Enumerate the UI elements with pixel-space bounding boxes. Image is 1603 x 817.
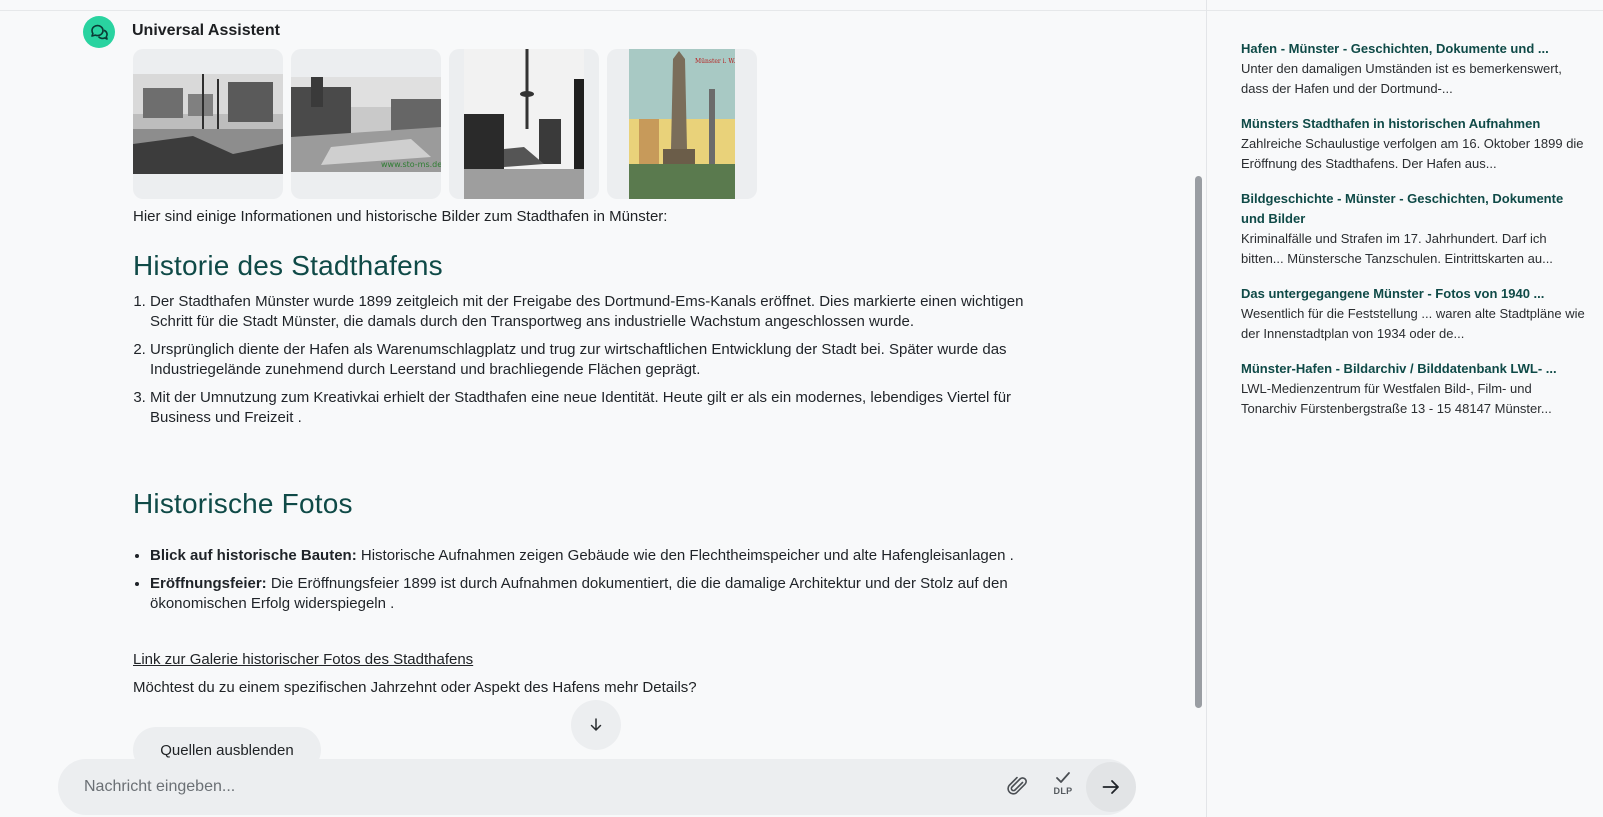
message-intro: Hier sind einige Informationen und histo… — [133, 208, 668, 225]
arrow-down-icon — [590, 718, 602, 731]
svg-text:www.sto-ms.de: www.sto-ms.de — [381, 160, 441, 169]
sources-pane: Hafen - Münster - Geschichten, Dokumente… — [1207, 0, 1603, 817]
chat-bubbles-icon — [91, 24, 108, 40]
source-item[interactable]: Das untergegangene Münster - Fotos von 1… — [1241, 284, 1587, 344]
list-item-label: Eröffnungsfeier: — [150, 575, 267, 592]
assistant-header: Universal Assistent — [83, 16, 280, 48]
message-composer: DLP — [58, 759, 1136, 815]
section-heading-fotos: Historische Fotos — [133, 488, 353, 519]
list-item-text: Historische Aufnahmen zeigen Gebäude wie… — [356, 547, 1014, 564]
image-thumbnail[interactable]: www.sto-ms.de — [291, 49, 441, 199]
source-snippet: Zahlreiche Schaulustige verfolgen am 16.… — [1241, 136, 1584, 171]
source-snippet: Kriminalfälle und Strafen im 17. Jahrhun… — [1241, 231, 1553, 266]
list-item: Der Stadthafen Münster wurde 1899 zeitgl… — [150, 292, 1050, 332]
image-thumbnail[interactable] — [449, 49, 599, 199]
assistant-avatar — [83, 16, 115, 48]
list-item-text: Die Eröffnungsfeier 1899 ist durch Aufna… — [150, 575, 1008, 612]
source-snippet: LWL-Medienzentrum für Westfalen Bild-, F… — [1241, 381, 1552, 416]
source-title[interactable]: Hafen - Münster - Geschichten, Dokumente… — [1241, 39, 1587, 59]
photos-list: Blick auf historische Bauten: Historisch… — [133, 546, 1070, 622]
assistant-name: Universal Assistent — [132, 22, 280, 39]
dlp-label: DLP — [1053, 786, 1073, 796]
arrow-right-icon — [1102, 780, 1119, 794]
sources-list: Hafen - Münster - Geschichten, Dokumente… — [1241, 39, 1587, 434]
app-window: Universal Assistent www.sto-ms.de Münste… — [0, 0, 1603, 817]
list-item: Eröffnungsfeier: Die Eröffnungsfeier 189… — [150, 574, 1070, 614]
chat-scrollbar[interactable] — [1195, 176, 1202, 708]
source-title[interactable]: Das untergegangene Münster - Fotos von 1… — [1241, 284, 1587, 304]
top-divider — [1207, 10, 1603, 11]
harbor-ships-photo-icon — [133, 74, 283, 174]
attach-button[interactable] — [1006, 775, 1030, 799]
source-title[interactable]: Bildgeschichte - Münster - Geschichten, … — [1241, 189, 1587, 229]
dlp-button[interactable]: DLP — [1048, 771, 1078, 803]
list-item: Ursprünglich diente der Hafen als Warenu… — [150, 340, 1050, 380]
source-title[interactable]: Münsters Stadthafen in historischen Aufn… — [1241, 114, 1587, 134]
tv-tower-harbor-photo-icon — [464, 49, 584, 199]
scroll-down-button[interactable] — [571, 700, 621, 750]
source-snippet: Wesentlich für die Feststellung ... ware… — [1241, 306, 1585, 341]
source-item[interactable]: Münster-Hafen - Bildarchiv / Bilddatenba… — [1241, 359, 1587, 419]
history-list: Der Stadthafen Münster wurde 1899 zeitgl… — [133, 292, 1050, 436]
image-thumbnail[interactable] — [133, 49, 283, 199]
chat-pane: Universal Assistent www.sto-ms.de Münste… — [0, 0, 1207, 817]
message-input[interactable] — [82, 777, 966, 797]
harbor-canal-photo-icon: www.sto-ms.de — [291, 76, 441, 172]
source-item[interactable]: Hafen - Münster - Geschichten, Dokumente… — [1241, 39, 1587, 99]
follow-up-question: Möchtest du zu einem spezifischen Jahrze… — [133, 679, 697, 696]
list-item: Mit der Umnutzung zum Kreativkai erhielt… — [150, 388, 1050, 428]
monument-postcard-photo-icon: Münster i. W. — [629, 49, 735, 199]
svg-text:Münster i. W.: Münster i. W. — [695, 58, 735, 65]
send-button[interactable] — [1086, 762, 1136, 812]
source-item[interactable]: Bildgeschichte - Münster - Geschichten, … — [1241, 189, 1587, 269]
top-divider — [0, 10, 1206, 11]
image-thumbnail[interactable]: Münster i. W. — [607, 49, 757, 199]
source-snippet: Unter den damaligen Umständen ist es bem… — [1241, 61, 1562, 96]
paperclip-icon — [1007, 776, 1027, 795]
source-title[interactable]: Münster-Hafen - Bildarchiv / Bilddatenba… — [1241, 359, 1587, 379]
source-item[interactable]: Münsters Stadthafen in historischen Aufn… — [1241, 114, 1587, 174]
list-item-label: Blick auf historische Bauten: — [150, 547, 357, 564]
image-strip: www.sto-ms.de Münster i. W. — [133, 49, 757, 199]
gallery-link[interactable]: Link zur Galerie historischer Fotos des … — [133, 651, 473, 668]
list-item: Blick auf historische Bauten: Historisch… — [150, 546, 1070, 566]
section-heading-historie: Historie des Stadthafens — [133, 250, 443, 281]
checkmark-icon — [1056, 772, 1070, 783]
